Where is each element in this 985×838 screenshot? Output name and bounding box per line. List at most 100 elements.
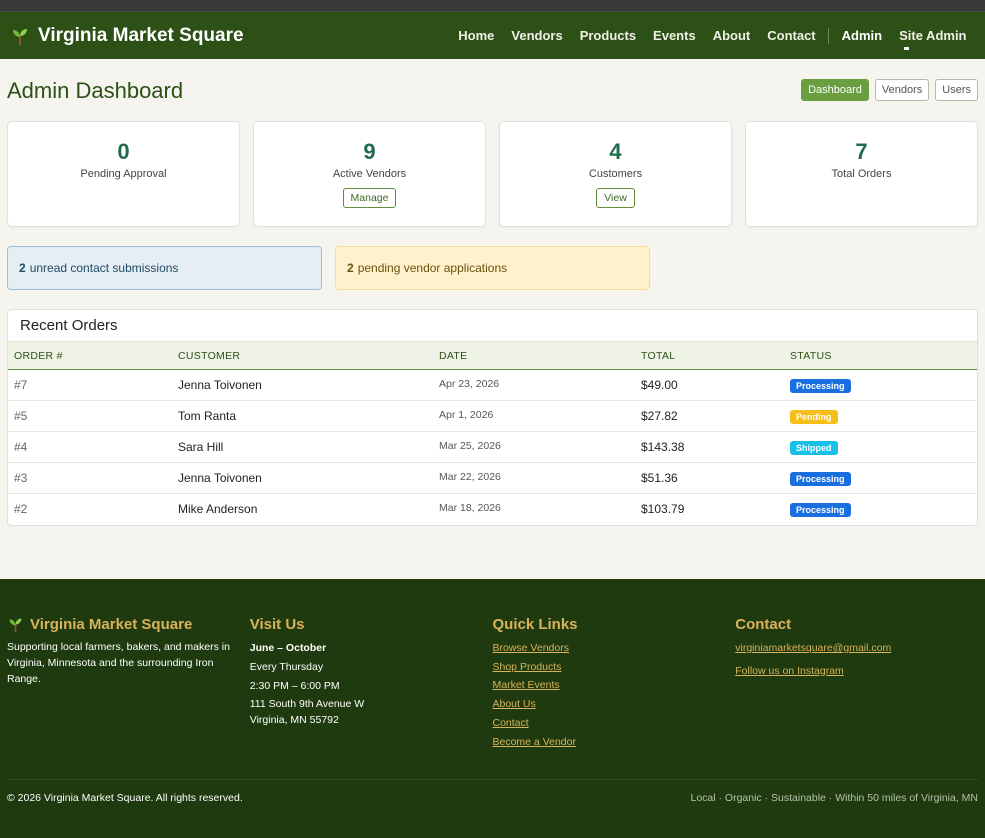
tab-dashboard[interactable]: Dashboard: [801, 79, 869, 101]
order-total: $27.82: [641, 400, 790, 432]
footer-about: Virginia Market Square Supporting local …: [7, 616, 250, 751]
table-row[interactable]: #4 Sara Hill Mar 25, 2026 $143.38 Shippe…: [8, 431, 977, 463]
footer-bottom: © 2026 Virginia Market Square. All right…: [7, 792, 978, 804]
footer-quick-links: Quick Links Browse Vendors Shop Products…: [493, 616, 736, 751]
stat-card-pending-approval: 0 Pending Approval: [7, 121, 240, 227]
stat-value: 0: [117, 139, 130, 164]
brand-link[interactable]: Virginia Market Square: [10, 25, 244, 47]
order-total: $143.38: [641, 431, 790, 463]
order-customer: Jenna Toivonen: [178, 369, 439, 401]
alert-text: unread contact submissions: [29, 261, 179, 275]
sprout-icon: [9, 618, 22, 633]
visit-city: Virginia, MN 55792: [249, 714, 339, 726]
site-footer: Virginia Market Square Supporting local …: [0, 579, 985, 838]
order-total: $49.00: [641, 369, 790, 401]
order-date: Mar 22, 2026: [439, 462, 641, 494]
footer-visit: Visit Us June – October Every Thursday 2…: [250, 616, 493, 751]
footer-divider: [7, 779, 978, 780]
order-date: Apr 23, 2026: [439, 369, 641, 401]
footer-link-browse-vendors[interactable]: Browse Vendors: [493, 639, 736, 658]
alert-text: pending vendor applications: [357, 261, 508, 275]
footer-tagline: Local · Organic · Sustainable · Within 5…: [690, 792, 978, 804]
status-badge: Shipped: [790, 440, 838, 455]
stat-label: Active Vendors: [332, 168, 407, 180]
nav-products[interactable]: Products: [571, 28, 644, 43]
order-id: #2: [14, 502, 28, 517]
footer-instagram-link[interactable]: Follow us on Instagram: [735, 662, 978, 681]
order-total: $103.79: [641, 502, 685, 517]
table-header-row: ORDER # CUSTOMER DATE TOTAL STATUS: [8, 341, 977, 370]
view-customers-button[interactable]: View: [596, 188, 635, 208]
table-row[interactable]: #5 Tom Ranta Apr 1, 2026 $27.82 Pending: [8, 400, 977, 432]
status-badge: Processing: [790, 471, 851, 486]
admin-tabs: Dashboard Vendors Users: [801, 79, 978, 101]
order-id: #4: [8, 431, 178, 463]
visit-hours: 2:30 PM – 6:00 PM: [249, 680, 340, 692]
stat-card-customers: 4 Customers View: [499, 121, 732, 227]
nav-vendors[interactable]: Vendors: [503, 28, 571, 43]
col-order-number: ORDER #: [14, 349, 63, 362]
table-row[interactable]: #3 Jenna Toivonen Mar 22, 2026 $51.36 Pr…: [8, 462, 977, 494]
contact-submissions-alert[interactable]: 2 unread contact submissions: [7, 246, 322, 290]
footer-link-become-vendor[interactable]: Become a Vendor: [493, 733, 736, 752]
stat-label: Total Orders: [831, 168, 892, 180]
page-title: Admin Dashboard: [7, 78, 184, 103]
tab-users[interactable]: Users: [935, 79, 978, 101]
visit-street: 111 South 9th Avenue W: [249, 698, 365, 710]
footer-link-shop-products[interactable]: Shop Products: [493, 658, 736, 677]
nav-about[interactable]: About: [704, 28, 759, 43]
alerts-row: 2 unread contact submissions 2 pending v…: [7, 246, 978, 290]
footer-contact-heading: Contact: [735, 616, 792, 633]
col-date: DATE: [439, 349, 468, 362]
visit-day: Every Thursday: [249, 661, 324, 673]
stat-card-total-orders: 7 Total Orders: [745, 121, 978, 227]
footer-email-link[interactable]: virginiamarketsquare@gmail.com: [735, 639, 978, 658]
vendor-applications-alert[interactable]: 2 pending vendor applications: [335, 246, 650, 290]
main-navbar: Virginia Market Square Home Vendors Prod…: [0, 11, 985, 59]
nav-site-admin-dropdown[interactable]: Site Admin: [891, 28, 975, 50]
brand-name: Virginia Market Square: [38, 24, 244, 46]
order-id: #7: [8, 369, 178, 401]
footer-contact: Contact virginiamarketsquare@gmail.com F…: [735, 616, 978, 751]
order-customer: Jenna Toivonen: [178, 462, 439, 494]
stat-label: Customers: [588, 168, 643, 180]
sprout-icon: [13, 28, 27, 45]
nav-home[interactable]: Home: [450, 28, 503, 43]
footer-link-about-us[interactable]: About Us: [493, 695, 736, 714]
manage-vendors-button[interactable]: Manage: [342, 188, 397, 208]
page-header: Admin Dashboard Dashboard Vendors Users: [7, 59, 978, 121]
recent-orders-panel: Recent Orders ORDER # CUSTOMER DATE TOTA…: [7, 309, 978, 526]
tab-vendors[interactable]: Vendors: [874, 79, 930, 101]
col-status: STATUS: [790, 349, 832, 362]
status-badge: Processing: [790, 502, 851, 517]
footer-link-contact[interactable]: Contact: [493, 714, 736, 733]
visit-season: June – October: [249, 642, 327, 654]
browser-top-strip: [0, 0, 985, 11]
nav-admin[interactable]: Admin: [833, 28, 890, 43]
order-id: #5: [8, 400, 178, 432]
nav-contact[interactable]: Contact: [759, 28, 824, 43]
alert-count: 2: [347, 261, 354, 275]
nav-links: Home Vendors Products Events About Conta…: [450, 12, 975, 59]
order-date: Apr 1, 2026: [439, 400, 641, 432]
col-customer: CUSTOMER: [178, 349, 241, 362]
main-content: Admin Dashboard Dashboard Vendors Users …: [0, 59, 985, 526]
footer-brand: Virginia Market Square: [7, 616, 250, 633]
nav-events[interactable]: Events: [645, 28, 705, 43]
stat-card-active-vendors: 9 Active Vendors Manage: [253, 121, 486, 227]
stat-label: Pending Approval: [80, 168, 167, 180]
orders-table: ORDER # CUSTOMER DATE TOTAL STATUS #7 Je…: [8, 341, 977, 525]
recent-orders-title: Recent Orders: [20, 317, 118, 334]
footer-quick-links-heading: Quick Links: [492, 616, 578, 633]
footer-about-text: Supporting local farmers, bakers, and ma…: [7, 641, 230, 685]
footer-link-market-events[interactable]: Market Events: [493, 676, 736, 695]
stat-value: 7: [855, 139, 868, 164]
order-customer: Tom Ranta: [178, 400, 439, 432]
order-date: Mar 25, 2026: [439, 431, 641, 463]
order-id: #3: [8, 462, 178, 494]
table-row[interactable]: #2 Mike Anderson Mar 18, 2026 $103.79 Pr…: [8, 494, 977, 525]
order-customer: Sara Hill: [178, 431, 439, 463]
footer-visit-heading: Visit Us: [249, 616, 305, 633]
stats-row: 0 Pending Approval 9 Active Vendors Mana…: [7, 121, 978, 227]
table-row[interactable]: #7 Jenna Toivonen Apr 23, 2026 $49.00 Pr…: [8, 369, 977, 401]
